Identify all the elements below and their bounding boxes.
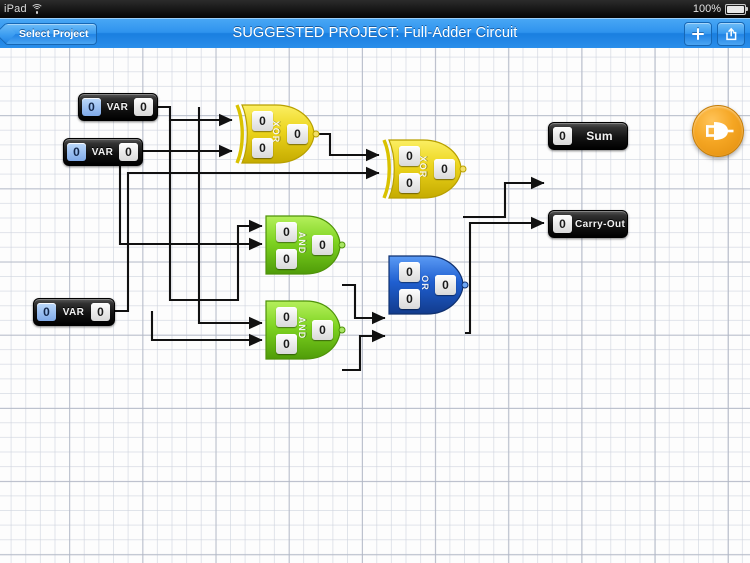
wire-varA-xor1 (157, 105, 233, 127)
status-bar-left: iPad (4, 0, 44, 18)
gate-xor-2-input-1: 0 (399, 173, 420, 193)
wire-or1-carryout (465, 216, 545, 335)
battery-icon (725, 3, 748, 15)
sum-label: Sum (586, 129, 613, 143)
gate-or-1-type-label: OR (420, 275, 430, 291)
gate-and-2-input-0: 0 (276, 307, 297, 327)
wifi-icon (30, 4, 44, 14)
wire-and2-or1 (342, 329, 386, 372)
var-carryin-label: VAR (62, 306, 85, 318)
share-button[interactable] (717, 22, 745, 46)
gate-and-2-type-label: AND (297, 316, 307, 340)
gate-xor-1-input-1: 0 (252, 138, 273, 158)
gate-xor-1-input-0: 0 (252, 111, 273, 131)
app-toolbar: Select Project SUGGESTED PROJECT: Full-A… (0, 18, 750, 49)
gate-and-1[interactable]: AND 0 0 0 (262, 214, 346, 276)
gate-and-1-output: 0 (312, 235, 333, 255)
output-block-sum[interactable]: 0 Sum (548, 122, 628, 150)
var-b-label: VAR (91, 146, 114, 158)
var-block-a[interactable]: 0 VAR 0 (78, 93, 158, 121)
gate-or-1-input-1: 0 (399, 289, 420, 309)
battery-percent-label: 100% (692, 3, 721, 15)
carrier-label: iPad (4, 3, 27, 15)
var-b-state-chip[interactable]: 0 (67, 143, 86, 161)
wire-xor1-xor2 (316, 132, 380, 162)
ios-status-bar: iPad 100% (0, 0, 750, 18)
var-a-output-chip: 0 (134, 98, 153, 116)
gate-and-2[interactable]: AND 0 0 0 (262, 299, 346, 361)
page-title: SUGGESTED PROJECT: Full-Adder Circuit (232, 25, 518, 41)
gate-or-1[interactable]: OR 0 0 0 (385, 254, 469, 316)
add-button[interactable] (684, 22, 712, 46)
gate-xor-1-output: 0 (287, 124, 308, 144)
gate-or-1-input-0: 0 (399, 262, 420, 282)
gate-xor-2[interactable]: XOR 0 0 0 (379, 138, 467, 200)
var-carryin-output-chip: 0 (91, 303, 110, 321)
toolbar-actions (684, 22, 745, 46)
var-a-state-chip[interactable]: 0 (82, 98, 101, 116)
carryout-label: Carry-Out (575, 218, 626, 230)
gate-xor-2-output: 0 (434, 159, 455, 179)
output-block-carryout[interactable]: 0 Carry-Out (548, 210, 628, 238)
var-block-carryin[interactable]: 0 VAR 0 (33, 298, 115, 326)
carryout-value-chip: 0 (553, 215, 572, 233)
plus-icon (692, 28, 704, 40)
wire-xor2-sum (463, 176, 545, 219)
status-bar-right: 100% (692, 0, 748, 18)
logic-gate-icon (706, 122, 734, 140)
var-block-b[interactable]: 0 VAR 0 (63, 138, 143, 166)
var-carryin-state-chip[interactable]: 0 (37, 303, 56, 321)
gate-xor-2-input-0: 0 (399, 146, 420, 166)
gate-and-1-input-1: 0 (276, 249, 297, 269)
var-a-label: VAR (106, 101, 129, 113)
gate-xor-1[interactable]: XOR 0 0 0 (232, 103, 320, 165)
circuit-canvas[interactable]: 0 VAR 0 0 VAR 0 0 VAR 0 XOR 0 0 0 XOR 0 … (0, 48, 750, 563)
gate-and-1-type-label: AND (297, 231, 307, 255)
app-root: iPad 100% Select Project SUGGESTED PROJE… (0, 0, 750, 563)
share-export-icon (726, 27, 737, 41)
wire-varCin-and2 (150, 311, 263, 347)
gate-and-2-input-1: 0 (276, 334, 297, 354)
wire-and1-or1 (342, 283, 386, 325)
var-b-output-chip: 0 (119, 143, 138, 161)
sum-value-chip: 0 (553, 127, 572, 145)
gate-and-2-output: 0 (312, 320, 333, 340)
add-gate-palette-button[interactable] (692, 105, 744, 157)
gate-and-1-input-0: 0 (276, 222, 297, 242)
gate-or-1-output: 0 (435, 275, 456, 295)
